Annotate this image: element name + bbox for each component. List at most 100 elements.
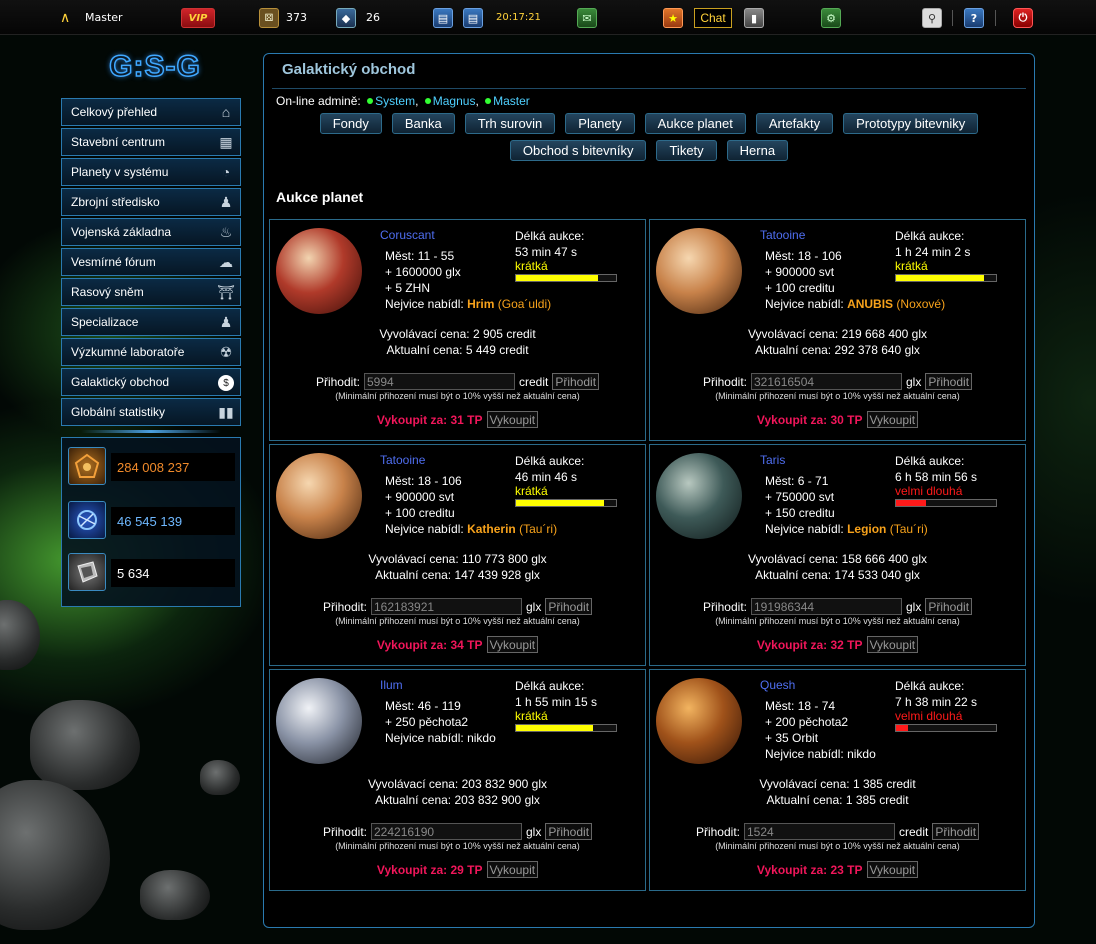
duration-bar-fill	[516, 725, 593, 731]
sidebar-item-forum[interactable]: Vesmírné fórum ☁	[61, 248, 241, 276]
sidebar-item-label: Vojenská základna	[71, 225, 172, 239]
buyout-text: Vykoupit za:	[376, 637, 448, 652]
highest-bidder[interactable]: Hrim (Goa´uldi)	[467, 297, 551, 311]
admin-name[interactable]: Master	[493, 94, 530, 108]
planet-name[interactable]: Tatooine	[760, 228, 805, 242]
tab-resource-market[interactable]: Trh surovin	[464, 113, 556, 134]
tab-tickets[interactable]: Tikety	[656, 140, 717, 161]
prices: Vyvolávací cena: 110 773 800 glx Aktualn…	[270, 551, 645, 583]
sidebar-item-statistics[interactable]: Globální statistiky ▮▮	[61, 398, 241, 426]
bid-button[interactable]: Přihodit	[932, 823, 980, 840]
divider	[995, 10, 996, 26]
highest-bidder[interactable]: Legion (Tau´ri)	[847, 522, 928, 536]
current-price-label: Aktualní cena:	[375, 793, 452, 807]
counter-a: 373	[286, 11, 307, 24]
resource-row: 46 545 139	[67, 500, 237, 540]
buyout-text: Vykoupit za:	[756, 412, 828, 427]
buyout-price: 23 TP	[830, 862, 863, 877]
bid-input[interactable]: 162183921	[371, 598, 522, 615]
duration-type: velmi dlouhá	[895, 709, 963, 723]
duration-bar	[895, 724, 997, 732]
tab-bank[interactable]: Banka	[391, 113, 455, 134]
planet-name[interactable]: Taris	[760, 453, 785, 467]
bid-input[interactable]: 321616504	[751, 373, 902, 390]
highest-bidder[interactable]: ANUBIS (Noxové)	[847, 297, 945, 311]
auction-duration: Délká aukce: 53 min 47 s krátká	[515, 228, 617, 282]
buyout-row: Vykoupit za: 30 TP Vykoupit	[650, 411, 1025, 428]
reward-line: + 35 Orbit	[765, 731, 819, 745]
statistics-icon[interactable]: ▮	[744, 8, 764, 28]
sidebar-item-research[interactable]: Výzkumné laboratoře ☢	[61, 338, 241, 366]
alert-icon[interactable]: ★	[663, 8, 683, 28]
tab-prototypes[interactable]: Prototypy bitevniky	[843, 113, 979, 134]
buyout-button[interactable]: Vykoupit	[486, 861, 539, 878]
bid-input[interactable]: 191986344	[751, 598, 902, 615]
tab-planets[interactable]: Planety	[565, 113, 635, 134]
ship-icon[interactable]: ◆	[336, 8, 356, 28]
sidebar-item-trade[interactable]: Galaktický obchod $	[61, 368, 241, 396]
tab-ship-trade[interactable]: Obchod s bitevníky	[509, 140, 647, 161]
menu-divider	[81, 430, 221, 433]
bid-row: Přihodit: 191986344 glx Přihodit	[650, 598, 1025, 615]
duration-label: Délká aukce:	[895, 229, 965, 243]
tab-planet-auctions[interactable]: Aukce planet	[644, 113, 746, 134]
buyout-button[interactable]: Vykoupit	[486, 636, 539, 653]
help-icon[interactable]: ?	[964, 8, 984, 28]
planet-name[interactable]: Tatooine	[380, 453, 425, 467]
vip-button[interactable]: VIP	[181, 8, 215, 28]
save-slot-2-icon[interactable]: ▤	[463, 8, 483, 28]
duration-label: Délká aukce:	[895, 454, 965, 468]
sidebar-item-armory[interactable]: Zbrojní středisko ♟	[61, 188, 241, 216]
sidebar-item-overview[interactable]: Celkový přehled ⌂	[61, 98, 241, 126]
current-price-line: Aktualní cena: 5 449 credit	[270, 342, 645, 358]
duration-label: Délká aukce:	[515, 229, 585, 243]
bid-input[interactable]: 5994	[364, 373, 515, 390]
buyout-button[interactable]: Vykoupit	[486, 411, 539, 428]
buyout-button[interactable]: Vykoupit	[866, 636, 919, 653]
bid-row: Přihodit: 224216190 glx Přihodit	[270, 823, 645, 840]
buyout-row: Vykoupit za: 23 TP Vykoupit	[650, 861, 1025, 878]
energy-resource-icon	[68, 501, 106, 539]
bid-button[interactable]: Přihodit	[925, 598, 973, 615]
bid-button[interactable]: Přihodit	[552, 373, 600, 390]
planet-name[interactable]: Quesh	[760, 678, 795, 692]
trade-icon: $	[218, 375, 234, 391]
planet-name[interactable]: Ilum	[380, 678, 403, 692]
bid-button[interactable]: Přihodit	[925, 373, 973, 390]
bid-input[interactable]: 224216190	[371, 823, 522, 840]
metal-amount: 5 634	[111, 559, 235, 587]
sidebar-item-specialization[interactable]: Specializace ♟	[61, 308, 241, 336]
buyout-row: Vykoupit za: 34 TP Vykoupit	[270, 636, 645, 653]
buyout-button[interactable]: Vykoupit	[866, 861, 919, 878]
chat-button[interactable]: Chat	[694, 8, 732, 28]
planet-name[interactable]: Coruscant	[380, 228, 435, 242]
gold-amount: 284 008 237	[111, 453, 235, 481]
mail-icon[interactable]: ✉	[577, 8, 597, 28]
buyout-label: Vykoupit za: 23 TP	[757, 863, 863, 877]
tab-artifacts[interactable]: Artefakty	[755, 113, 834, 134]
duration-bar	[895, 274, 997, 282]
logout-icon[interactable]: ⏻	[1013, 8, 1033, 28]
admin-name[interactable]: System	[375, 94, 415, 108]
reward-line: + 100 creditu	[765, 281, 835, 295]
tab-funds[interactable]: Fondy	[319, 113, 382, 134]
sidebar-item-race-council[interactable]: Rasový sněm ⛩	[61, 278, 241, 306]
bid-input[interactable]: 1524	[744, 823, 895, 840]
dice-icon[interactable]: ⚄	[259, 8, 279, 28]
sidebar-item-construction[interactable]: Stavební centrum ▦	[61, 128, 241, 156]
bid-button[interactable]: Přihodit	[545, 823, 593, 840]
game-logo[interactable]: G:S-G	[80, 49, 230, 84]
admin-name[interactable]: Magnus	[433, 94, 476, 108]
bid-button[interactable]: Přihodit	[545, 598, 593, 615]
buyout-button[interactable]: Vykoupit	[866, 411, 919, 428]
search-icon[interactable]: ⚲	[922, 8, 942, 28]
save-slot-1-icon[interactable]: ▤	[433, 8, 453, 28]
sidebar-item-planets[interactable]: Planety v systému ◔	[61, 158, 241, 186]
highest-bidder[interactable]: Katherin (Tau´ri)	[467, 522, 557, 536]
buyout-text: Vykoupit za:	[756, 637, 828, 652]
settings-icon[interactable]: ⚙	[821, 8, 841, 28]
bidder-line: Nejvice nabídl: Hrim (Goa´uldi)	[385, 296, 551, 312]
sidebar-item-military-base[interactable]: Vojenská základna ♨	[61, 218, 241, 246]
tab-casino[interactable]: Herna	[726, 140, 789, 161]
current-price-label: Aktualní cena:	[386, 343, 463, 357]
